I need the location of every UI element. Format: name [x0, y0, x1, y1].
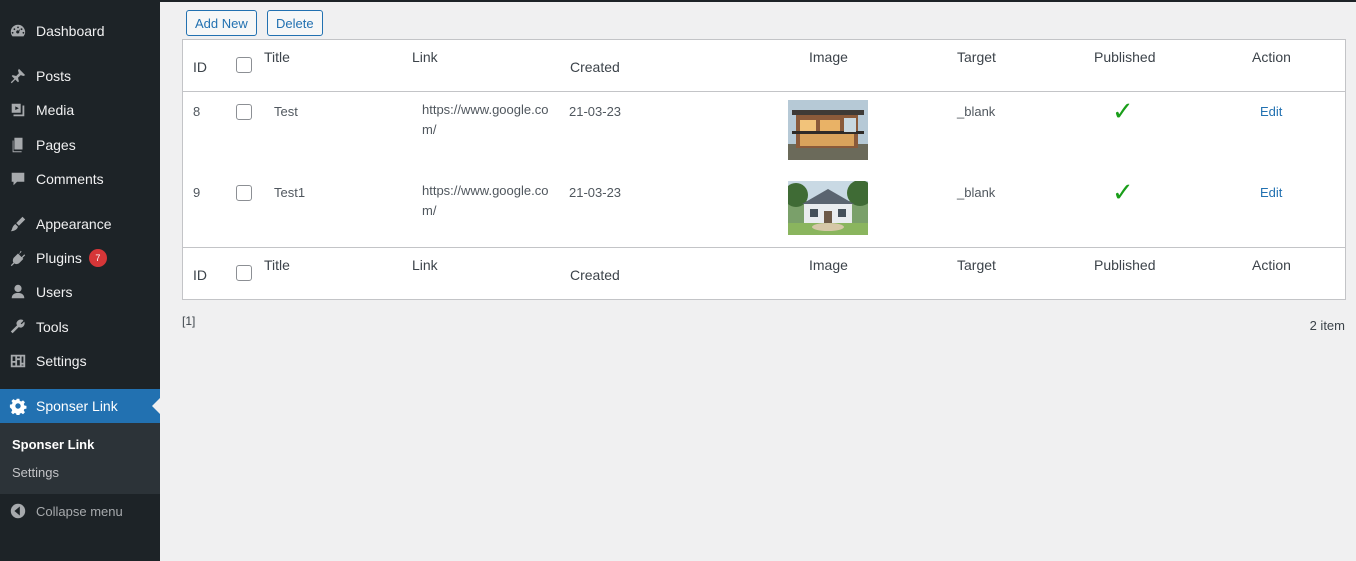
row-title: Test1 — [274, 185, 306, 200]
sidebar-item-media[interactable]: Media — [0, 93, 160, 127]
row-created: 21-03-23 — [569, 185, 622, 200]
column-header-target: Target — [957, 49, 996, 65]
row-image-thumbnail — [788, 100, 868, 160]
sidebar-item-label: Dashboard — [36, 23, 105, 39]
column-footer-created: Created — [570, 267, 620, 283]
user-icon — [0, 283, 36, 301]
row-image-thumbnail — [788, 181, 868, 235]
comment-icon — [0, 170, 36, 188]
collapse-icon — [0, 502, 36, 520]
column-footer-published: Published — [1094, 257, 1156, 273]
select-all-checkbox-footer[interactable] — [236, 265, 252, 281]
sidebar-item-settings[interactable]: Settings — [0, 344, 160, 378]
edit-link[interactable]: Edit — [1260, 185, 1282, 200]
column-footer-title[interactable]: Title — [264, 257, 290, 273]
footer-divider — [183, 247, 1345, 248]
sidebar-item-label: Plugins — [36, 250, 82, 266]
sidebar-item-plugins[interactable]: Plugins 7 — [0, 241, 160, 275]
row-link: https://www.google.com/ — [422, 102, 549, 137]
sponser-link-submenu: Sponser Link Settings — [0, 423, 160, 494]
sidebar-item-tools[interactable]: Tools — [0, 310, 160, 344]
sidebar-item-label: Users — [36, 284, 73, 300]
pages-icon — [0, 136, 36, 154]
submenu-item-sponser-link[interactable]: Sponser Link — [12, 437, 94, 452]
column-header-created: Created — [570, 59, 620, 75]
gear-icon — [0, 397, 36, 415]
sidebar-item-label: Posts — [36, 68, 72, 84]
item-count: 2 item — [1309, 318, 1345, 333]
sidebar-item-appearance[interactable]: Appearance — [0, 207, 160, 241]
pagination[interactable]: [1] — [182, 314, 195, 328]
wrench-icon — [0, 318, 36, 336]
pin-icon — [0, 67, 36, 85]
collapse-menu-button[interactable]: Collapse menu — [0, 494, 160, 528]
column-header-published: Published — [1094, 49, 1156, 65]
row-checkbox[interactable] — [236, 104, 252, 120]
sidebar-item-posts[interactable]: Posts — [0, 59, 160, 93]
column-footer-image: Image — [809, 257, 848, 273]
row-target: _blank — [957, 185, 996, 200]
sidebar-item-label: Comments — [36, 171, 104, 187]
sidebar-item-pages[interactable]: Pages — [0, 128, 160, 162]
row-target: _blank — [957, 104, 996, 119]
sidebar-item-label: Settings — [36, 353, 87, 369]
add-new-button[interactable]: Add New — [186, 10, 257, 36]
sidebar-item-comments[interactable]: Comments — [0, 162, 160, 196]
sidebar-item-label: Appearance — [36, 216, 112, 232]
row-title: Test — [274, 104, 298, 119]
column-header-id: ID — [193, 59, 207, 75]
sidebar-item-label: Tools — [36, 319, 69, 335]
row-id: 9 — [193, 185, 201, 200]
row-id: 8 — [193, 104, 201, 119]
column-footer-link: Link — [412, 257, 438, 273]
media-icon — [0, 101, 36, 119]
column-footer-action: Action — [1252, 257, 1291, 273]
column-header-title[interactable]: Title — [264, 49, 290, 65]
dashboard-icon — [0, 22, 36, 40]
admin-sidebar: Dashboard Posts Media Pages Comments App… — [0, 0, 160, 561]
published-check-icon: ✓ — [1112, 177, 1134, 207]
select-all-checkbox[interactable] — [236, 57, 252, 73]
sliders-icon — [0, 352, 36, 370]
column-header-link: Link — [412, 49, 438, 65]
sidebar-item-label: Sponser Link — [36, 398, 118, 414]
brush-icon — [0, 215, 36, 233]
collapse-label: Collapse menu — [36, 503, 123, 519]
sidebar-item-label: Pages — [36, 137, 76, 153]
row-link: https://www.google.com/ — [422, 183, 549, 218]
sidebar-item-dashboard[interactable]: Dashboard — [0, 14, 160, 48]
edit-link[interactable]: Edit — [1260, 104, 1282, 119]
sidebar-item-label: Media — [36, 102, 75, 118]
row-checkbox[interactable] — [236, 185, 252, 201]
submenu-item-settings[interactable]: Settings — [12, 465, 59, 480]
update-count-badge: 7 — [88, 249, 107, 267]
row-created: 21-03-23 — [569, 104, 622, 119]
header-divider — [183, 91, 1345, 92]
column-header-action: Action — [1252, 49, 1291, 65]
sponser-links-table: ID Title Link Created Image Target Publi… — [182, 39, 1346, 300]
column-header-image: Image — [809, 49, 848, 65]
column-footer-id: ID — [193, 267, 207, 283]
sidebar-item-users[interactable]: Users — [0, 275, 160, 309]
delete-button[interactable]: Delete — [267, 10, 323, 36]
column-footer-target: Target — [957, 257, 996, 273]
plug-icon — [0, 249, 36, 267]
published-check-icon: ✓ — [1112, 96, 1134, 126]
admin-bar-edge — [160, 0, 1356, 2]
sidebar-item-sponser-link[interactable]: Sponser Link — [0, 389, 160, 423]
